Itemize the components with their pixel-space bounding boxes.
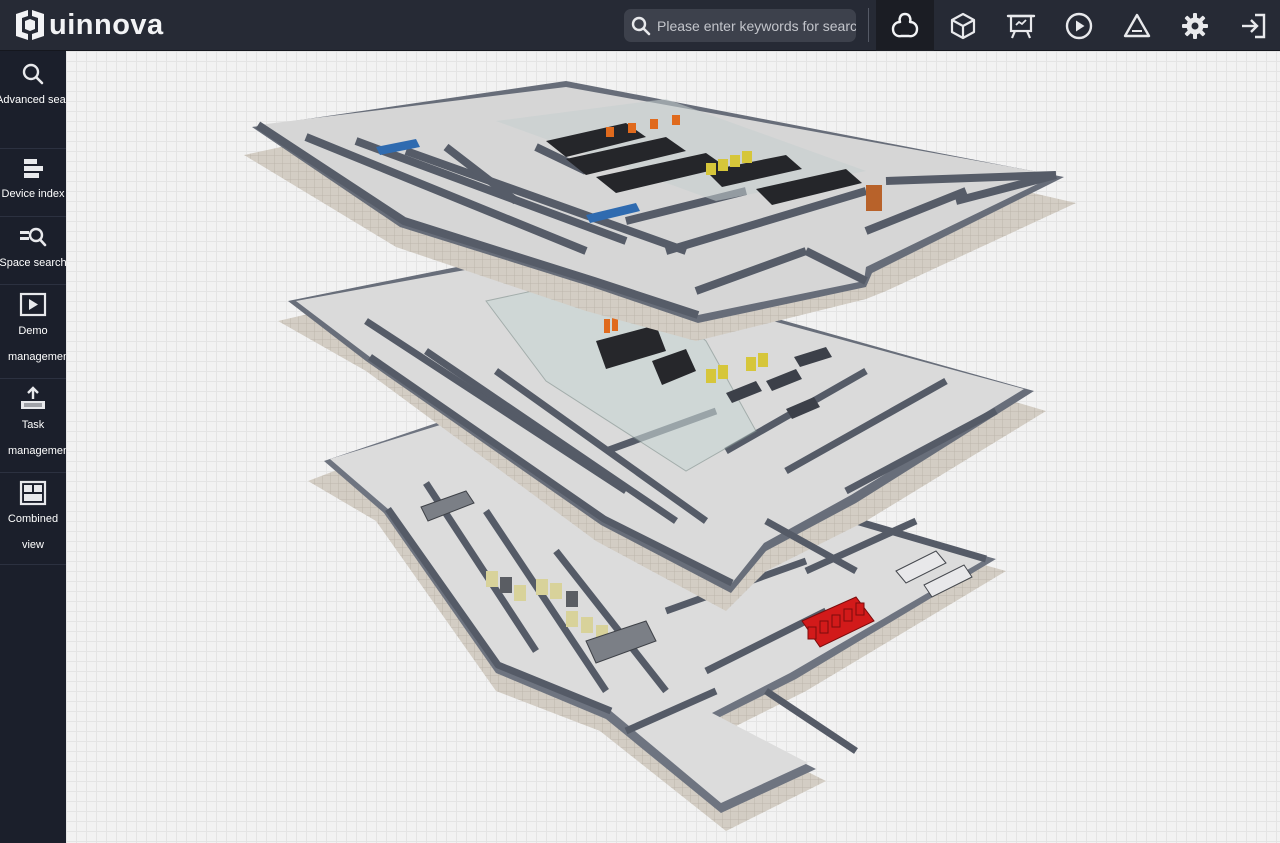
cube-icon <box>950 12 976 39</box>
demo-icon <box>19 292 47 317</box>
topology-button[interactable] <box>876 0 934 51</box>
sidebar-item-task-management[interactable]: Task management <box>0 386 73 464</box>
search-icon <box>22 63 44 85</box>
search-box[interactable] <box>624 9 856 42</box>
logout-button[interactable] <box>1224 0 1280 51</box>
sidebar-divider <box>0 378 66 379</box>
brand-name: uinnova <box>49 8 164 41</box>
task-icon <box>21 386 45 409</box>
warning-icon <box>1123 13 1151 37</box>
door <box>866 185 882 211</box>
sidebar-item-label: Space search <box>0 257 67 269</box>
device-index-icon <box>24 159 43 178</box>
gear-icon <box>1182 12 1208 39</box>
sidebar-divider <box>0 216 66 217</box>
cube-view-button[interactable] <box>934 0 992 51</box>
sidebar: Advanced search Device index Space searc… <box>0 51 81 843</box>
sidebar-divider <box>0 284 66 285</box>
sidebar-item-space-search[interactable]: Space search <box>0 224 67 276</box>
play-button[interactable] <box>1050 0 1108 51</box>
presentation-board-icon <box>1006 14 1036 38</box>
settings-button[interactable] <box>1166 0 1224 51</box>
search-icon <box>631 16 651 35</box>
3d-scene-canvas[interactable] <box>66 51 1280 843</box>
warning-button[interactable] <box>1108 0 1166 51</box>
sidebar-item-label: Task management <box>8 419 73 457</box>
sidebar-item-advanced-search[interactable]: Advanced search <box>0 61 81 113</box>
exploded-building-scene[interactable] <box>66 51 1280 843</box>
sidebar-item-label: Demo management <box>8 325 73 363</box>
combined-view-icon <box>19 480 47 506</box>
toolbar-divider <box>868 8 869 42</box>
logo[interactable]: uinnova <box>14 7 164 43</box>
sidebar-item-combined-view[interactable]: Combined view <box>0 480 66 558</box>
sidebar-item-label: Advanced search <box>0 94 81 106</box>
sidebar-divider <box>0 148 66 149</box>
sidebar-item-label: Device index <box>1 188 65 200</box>
sidebar-item-device-index[interactable]: Device index <box>0 155 66 207</box>
presentation-button[interactable] <box>992 0 1050 51</box>
logout-icon <box>1242 13 1266 38</box>
play-icon <box>1065 12 1093 39</box>
sidebar-item-demo-management[interactable]: Demo management <box>0 292 73 370</box>
topology-icon <box>891 12 919 37</box>
space-search-icon <box>20 227 47 247</box>
sidebar-item-label: Combined view <box>7 513 59 551</box>
logo-mark-icon <box>16 10 44 40</box>
sidebar-divider <box>0 472 66 473</box>
search-input[interactable] <box>657 17 856 34</box>
top-bar: uinnova <box>0 0 1280 51</box>
sidebar-divider <box>0 564 66 565</box>
